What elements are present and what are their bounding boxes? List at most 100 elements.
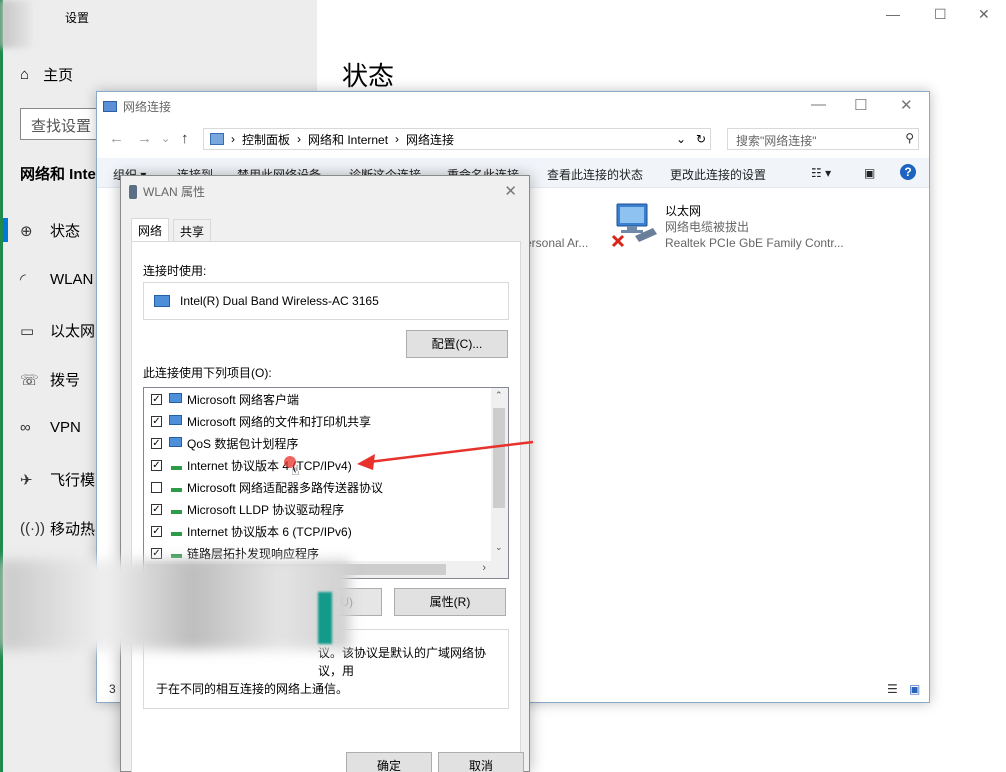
maximize-button[interactable]: ☐ [934,6,947,23]
checkbox[interactable] [151,481,162,493]
connection-items-list[interactable]: ✓ Microsoft 网络客户端 ✓ Microsoft 网络的文件和打印机共… [143,387,509,579]
network-tab-panel: 连接时使用: Intel(R) Dual Band Wireless-AC 31… [131,241,524,772]
hotspot-icon: ((·)) [20,520,45,537]
tab-sharing[interactable]: 共享 [173,219,212,241]
list-item[interactable]: ✓ Microsoft LLDP 协议驱动程序 [144,498,492,520]
help-icon[interactable]: ? [900,164,916,180]
wifi-adapter-icon [129,184,137,199]
globe-icon: ⊕ [20,222,33,240]
maximize-button[interactable]: ☐ [854,96,867,114]
item-label: Internet 协议版本 4 (TCP/IPv4) [187,458,352,473]
nav-item-hotspot[interactable]: ((·)) 移动热 [20,518,95,539]
large-icons-view-icon[interactable]: ▣ [909,682,920,696]
control-panel-icon [210,133,224,145]
nav-label: 拨号 [50,372,81,389]
window-title: 网络连接 [123,100,172,114]
protocol-icon [168,480,185,494]
adapter-device: Realtek PCIe GbE Family Contr... [665,236,844,250]
dropdown-icon[interactable]: ⌄ [676,132,686,146]
forward-arrow-icon[interactable]: → [137,130,152,147]
list-item[interactable]: ✓ Microsoft 网络的文件和打印机共享 [144,410,492,432]
up-arrow-icon[interactable]: ↑ [181,130,189,147]
scroll-down-icon[interactable]: ⌄ [495,542,503,553]
breadcrumb-item[interactable]: 网络和 Internet [308,131,388,148]
breadcrumb-item[interactable]: 控制面板 [242,131,290,148]
minimize-button[interactable]: — [886,6,900,22]
nav-active-indicator [3,218,8,242]
item-label: Microsoft 网络的文件和打印机共享 [187,414,372,429]
adapter-status: 网络电缆被拔出 [665,220,750,234]
checkbox[interactable]: ✓ [151,415,162,427]
adapter-ethernet[interactable]: 以太网 网络电缆被拔出 Realtek PCIe GbE Family Cont… [611,200,861,250]
search-icon: ⚲ [905,131,914,145]
adapter-name: Intel(R) Dual Band Wireless-AC 3165 [180,294,379,308]
scroll-right-icon[interactable]: › [482,562,486,574]
vertical-scrollbar[interactable]: ⌃ ⌄ [491,388,508,578]
settings-home-link[interactable]: ⌂ 主页 [20,64,73,85]
checkbox[interactable]: ✓ [151,437,162,449]
checkbox[interactable]: ✓ [151,525,162,537]
item-label: Microsoft LLDP 协议驱动程序 [187,502,345,517]
protocol-icon [168,546,185,560]
checkbox[interactable]: ✓ [151,459,162,471]
properties-button[interactable]: 属性(R) [394,588,506,616]
item-label: Microsoft 网络适配器多路传送器协议 [187,480,384,495]
details-view-icon[interactable]: ☰ [887,682,898,696]
adapter-box: Intel(R) Dual Band Wireless-AC 3165 [143,282,509,320]
item-label: 链路层拓扑发现响应程序 [187,546,320,561]
list-item[interactable]: ✓ Microsoft 网络客户端 [144,388,492,410]
ok-button[interactable]: 确定 [346,752,432,772]
settings-section-title: 网络和 Inter [20,166,102,183]
nav-item-vpn[interactable]: ∞ VPN [20,419,81,436]
chevron-right-icon: › [395,132,400,146]
nav-item-dialup[interactable]: ☏ 拨号 [20,369,80,390]
breadcrumb-item[interactable]: 网络连接 [406,131,454,148]
nav-label: VPN [50,419,81,436]
minimize-button[interactable]: — [811,96,826,113]
network-adapter-icon [154,295,170,307]
vpn-icon: ∞ [20,419,31,436]
ethernet-icon: ▭ [20,322,35,340]
configure-button[interactable]: 配置(C)... [406,330,508,358]
chevron-right-icon: › [231,132,235,146]
list-item[interactable]: ✓ Internet 协议版本 6 (TCP/IPv6) [144,520,492,542]
back-arrow-icon[interactable]: ← [109,130,124,147]
search-input[interactable]: 搜索"网络连接" ⚲ [727,128,919,150]
chevron-down-icon[interactable]: ⌄ [161,132,170,145]
item-label: QoS 数据包计划程序 [187,436,299,451]
ethernet-adapter-icon [611,203,657,248]
adapter-name: 以太网 [665,204,702,218]
close-button[interactable]: ✕ [900,96,913,114]
nav-item-airplane[interactable]: ✈ 飞行模 [20,469,95,490]
view-options-icon[interactable]: ☷ ▾ [811,166,831,180]
search-placeholder: 搜索"网络连接" [736,134,817,148]
settings-title: 设置 [65,11,90,25]
phone-icon: ☏ [20,371,39,389]
cancel-button[interactable]: 取消 [438,752,524,772]
network-folder-icon [103,101,117,112]
toolbar-view-status[interactable]: 查看此连接的状态 [547,166,643,183]
nav-item-wlan[interactable]: ◜ WLAN [20,270,93,289]
nav-item-ethernet[interactable]: ▭ 以太网 [20,320,95,341]
home-icon: ⌂ [20,66,30,83]
nav-item-status[interactable]: ⊕ 状态 [20,220,80,241]
breadcrumb[interactable]: › 控制面板 › 网络和 Internet › 网络连接 ⌄ ↻ [203,128,711,150]
qos-icon [168,436,185,450]
close-button[interactable]: ✕ [504,182,517,200]
protocol-icon [168,502,185,516]
address-bar: ← → ⌄ ↑ › 控制面板 › 网络和 Internet › 网络连接 ⌄ ↻… [105,126,925,152]
close-button[interactable]: ✕ [978,6,990,23]
checkbox[interactable]: ✓ [151,393,162,405]
nav-label: 状态 [50,223,81,240]
checkbox[interactable]: ✓ [151,503,162,515]
tab-network[interactable]: 网络 [131,218,170,242]
window-titlebar: 网络连接 [103,98,171,115]
toolbar-change-settings[interactable]: 更改此连接的设置 [670,166,766,183]
scroll-up-icon[interactable]: ⌃ [495,390,503,401]
protocol-icon [168,524,185,538]
preview-pane-icon[interactable]: ▣ [864,166,875,180]
chevron-right-icon: › [297,132,302,146]
refresh-icon[interactable]: ↻ [696,132,706,146]
protocol-icon [168,458,185,472]
checkbox[interactable]: ✓ [151,547,162,559]
